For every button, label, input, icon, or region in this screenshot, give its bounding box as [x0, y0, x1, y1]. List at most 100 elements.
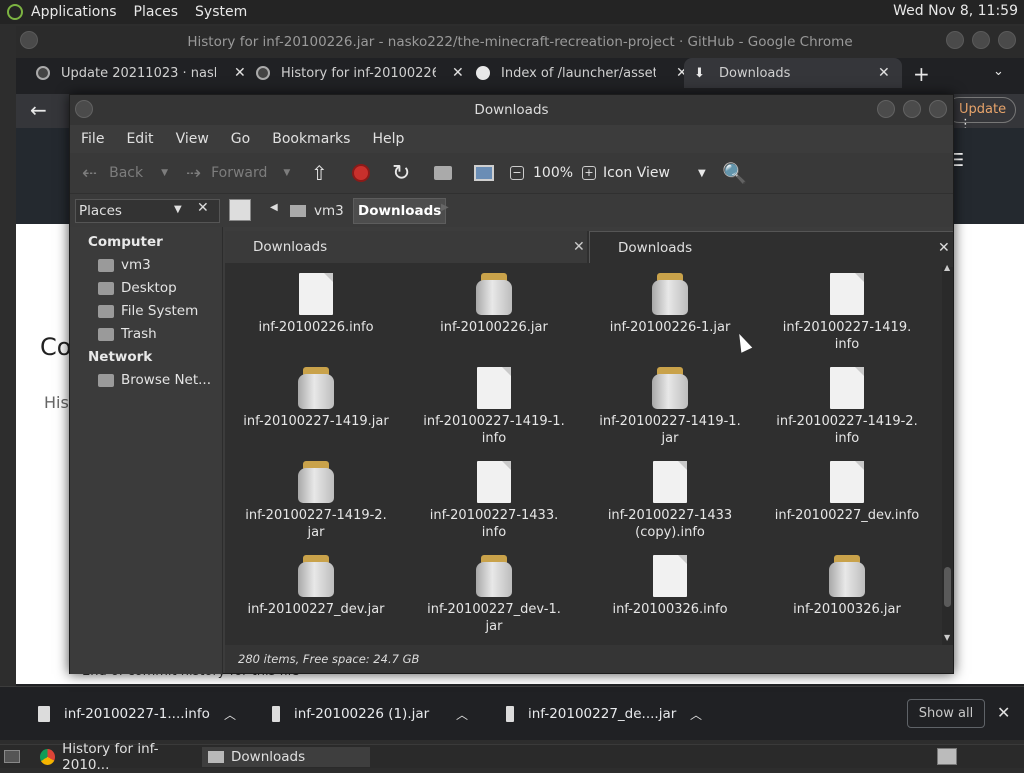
file-item[interactable]: inf-20100227_dev-1. jar: [409, 555, 579, 635]
file-item[interactable]: inf-20100227_dev.info: [762, 461, 932, 524]
stop-icon: [352, 164, 370, 182]
file-item[interactable]: inf-20100227-1433. info: [409, 461, 579, 541]
menu-file[interactable]: File: [81, 131, 104, 147]
vertical-scrollbar[interactable]: ▲ ▼: [942, 263, 953, 645]
file-item[interactable]: inf-20100226-1.jar: [585, 273, 755, 336]
breadcrumb-downloads[interactable]: Downloads: [353, 198, 447, 224]
window-menu-button[interactable]: [20, 31, 38, 49]
zoom-in-icon[interactable]: +: [582, 166, 597, 180]
file-item[interactable]: inf-20100326.info: [585, 555, 755, 618]
file-item[interactable]: inf-20100227-1419-2. jar: [231, 461, 401, 541]
sidebar-item-desktop[interactable]: Desktop: [98, 280, 177, 296]
window-menu-button[interactable]: [75, 100, 93, 118]
places-menu[interactable]: Places: [134, 4, 179, 20]
breadcrumb-left-arrow-icon[interactable]: ◀: [270, 202, 278, 213]
breadcrumb-right-arrow-icon[interactable]: ▶: [441, 202, 449, 213]
status-bar: 280 items, Free space: 24.7 GB: [225, 645, 953, 673]
tab-update[interactable]: Update 20211023 · nasko22 ✕: [36, 58, 246, 88]
pane-tab-right[interactable]: Downloads ✕: [589, 231, 953, 263]
close-tab-icon[interactable]: ✕: [234, 65, 246, 81]
file-name: inf-20100227-1433 (copy).info: [607, 508, 733, 540]
sidebar-item-trash[interactable]: Trash: [98, 326, 157, 342]
system-menu[interactable]: System: [195, 4, 247, 20]
download-item[interactable]: inf-20100227_de....jar ︿: [506, 687, 706, 741]
sidebar-item-vm3[interactable]: vm3: [98, 257, 151, 273]
view-mode-select[interactable]: Icon View ▼: [603, 153, 706, 193]
applications-menu[interactable]: Applications: [31, 4, 117, 20]
file-item[interactable]: inf-20100226.jar: [409, 273, 579, 336]
menu-go[interactable]: Go: [231, 131, 250, 147]
computer-button[interactable]: [474, 153, 494, 193]
search-button[interactable]: 🔍: [722, 153, 747, 193]
chevron-down-icon[interactable]: ⌄: [993, 64, 1004, 79]
dropdown-arrow-icon[interactable]: ▼: [283, 168, 290, 178]
file-item[interactable]: inf-20100227-1419-1. jar: [585, 367, 755, 447]
jar-file-icon: [650, 273, 690, 315]
close-icon[interactable]: ✕: [997, 703, 1010, 722]
menu-bookmarks[interactable]: Bookmarks: [272, 131, 350, 147]
back-arrow-icon[interactable]: ←: [30, 98, 47, 122]
tab-downloads[interactable]: ⬇ Downloads ✕: [684, 58, 902, 88]
clock[interactable]: Wed Nov 8, 11:59: [893, 3, 1018, 19]
pane-tab-left[interactable]: Downloads ✕: [225, 231, 587, 263]
close-sidebar-icon[interactable]: ✕: [197, 200, 209, 216]
forward-button[interactable]: ⇢ Forward ▼: [186, 153, 290, 193]
taskbar-item-chrome[interactable]: History for inf-2010...: [34, 741, 198, 773]
stop-button[interactable]: [352, 153, 370, 193]
menu-view[interactable]: View: [176, 131, 209, 147]
file-item[interactable]: inf-20100227-1419.jar: [231, 367, 401, 430]
file-item[interactable]: inf-20100227_dev.jar: [231, 555, 401, 618]
search-icon: 🔍: [722, 161, 747, 185]
minimize-button[interactable]: [946, 31, 964, 49]
close-pane-icon[interactable]: ✕: [938, 240, 950, 256]
tab-index[interactable]: Index of /launcher/assets/je ✕: [476, 58, 688, 88]
taskbar-item-downloads[interactable]: Downloads: [202, 747, 370, 767]
jar-file-icon: [296, 555, 336, 597]
zoom-out-icon[interactable]: −: [510, 166, 524, 180]
update-button[interactable]: Update ⋮: [946, 97, 1016, 132]
home-button[interactable]: [434, 153, 452, 193]
file-item[interactable]: inf-20100226.info: [231, 273, 401, 336]
scrollbar-thumb[interactable]: [944, 567, 951, 607]
sidebar-item-file-system[interactable]: File System: [98, 303, 198, 319]
maximize-button[interactable]: [903, 100, 921, 118]
close-window-button[interactable]: [929, 100, 947, 118]
maximize-button[interactable]: [972, 31, 990, 49]
tab-history[interactable]: History for inf-20100226.ja ✕: [256, 58, 466, 88]
dropdown-arrow-icon: ▼: [174, 204, 182, 215]
file-item[interactable]: inf-20100227-1433 (copy).info: [585, 461, 755, 541]
show-all-button[interactable]: Show all: [907, 699, 985, 728]
up-button[interactable]: ⇧: [311, 153, 328, 193]
menu-help[interactable]: Help: [372, 131, 404, 147]
dropdown-arrow-icon[interactable]: ▼: [161, 168, 168, 178]
file-item[interactable]: inf-20100227-1419-1. info: [409, 367, 579, 447]
close-window-button[interactable]: [998, 31, 1016, 49]
download-item[interactable]: inf-20100226 (1).jar ︿: [272, 687, 472, 741]
edit-location-icon[interactable]: [229, 199, 251, 221]
reload-button[interactable]: ↻: [392, 153, 410, 193]
minimize-button[interactable]: [877, 100, 895, 118]
close-tab-icon[interactable]: ✕: [452, 65, 464, 81]
zoom-control[interactable]: − 100% +: [510, 153, 597, 193]
breadcrumb-vm3[interactable]: vm3: [290, 199, 344, 223]
new-tab-button[interactable]: +: [913, 62, 930, 86]
scroll-down-icon[interactable]: ▼: [944, 633, 950, 642]
file-item[interactable]: inf-20100326.jar: [762, 555, 932, 618]
download-item[interactable]: inf-20100227-1....info ︿: [38, 687, 238, 741]
back-button[interactable]: ⇠ Back ▼: [82, 153, 168, 193]
scroll-up-icon[interactable]: ▲: [944, 263, 950, 272]
workspace-switcher[interactable]: [937, 748, 957, 765]
chevron-up-icon[interactable]: ︿: [456, 706, 468, 723]
chevron-up-icon[interactable]: ︿: [690, 706, 702, 723]
sidebar-item-browse-network[interactable]: Browse Net...: [98, 372, 211, 388]
file-item[interactable]: inf-20100227-1419-2. info: [762, 367, 932, 447]
file-item[interactable]: inf-20100227-1419. info: [762, 273, 932, 353]
drive-icon: [98, 304, 114, 318]
show-desktop-icon[interactable]: [4, 750, 20, 763]
close-tab-icon[interactable]: ✕: [878, 65, 890, 81]
close-pane-icon[interactable]: ✕: [573, 239, 585, 255]
document-icon: [653, 555, 687, 597]
distro-logo-icon[interactable]: [7, 4, 23, 20]
menu-edit[interactable]: Edit: [126, 131, 153, 147]
chevron-up-icon[interactable]: ︿: [224, 706, 236, 723]
